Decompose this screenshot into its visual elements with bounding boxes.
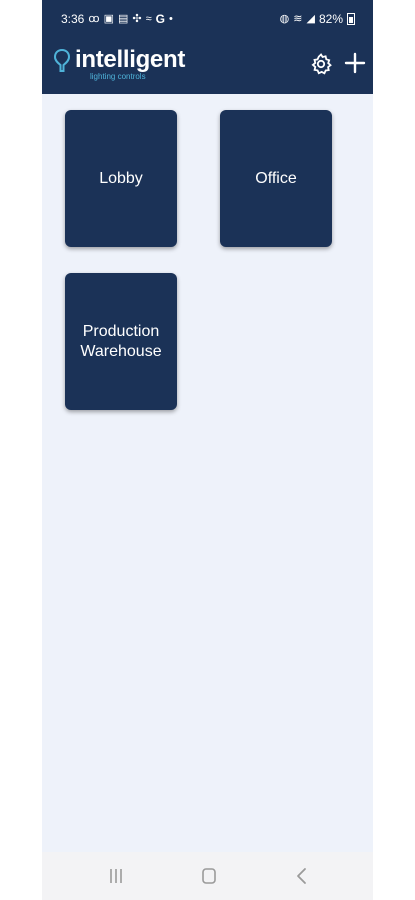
wifi-icon: ≋ — [293, 13, 303, 25]
location-pin-icon — [54, 49, 70, 72]
wind-icon: ≈ — [145, 13, 152, 25]
battery-icon — [347, 13, 355, 25]
room-label: Lobby — [99, 169, 143, 187]
status-left: 3:36 ꝏ ▣ ▤ ✣ ≈ G • — [61, 12, 173, 26]
gear-icon[interactable] — [309, 52, 333, 76]
home-icon[interactable] — [196, 864, 222, 888]
status-right: ◍ ≋ ◢ 82% — [280, 12, 355, 26]
battery-percent: 82% — [318, 12, 343, 26]
signal-icon: ◢ — [306, 13, 315, 25]
status-bar: 3:36 ꝏ ▣ ▤ ✣ ≈ G • ◍ ≋ ◢ 82% — [42, 0, 373, 38]
dot-icon: • — [169, 13, 173, 25]
room-label: Production Warehouse — [80, 322, 162, 360]
news-icon: ▤ — [117, 13, 129, 25]
brand-title: intelligent — [75, 46, 186, 73]
google-icon: G — [155, 12, 165, 26]
room-label: Office — [255, 169, 297, 187]
app-header: 3:36 ꝏ ▣ ▤ ✣ ≈ G • ◍ ≋ ◢ 82% intelligent — [42, 0, 373, 94]
back-icon[interactable] — [289, 864, 315, 888]
status-time: 3:36 — [61, 12, 85, 26]
recent-apps-icon[interactable] — [103, 864, 129, 888]
brand-subtitle: lighting controls — [90, 72, 146, 81]
system-nav-bar — [42, 852, 373, 900]
fan-icon: ✣ — [132, 13, 142, 25]
app-screen: 3:36 ꝏ ▣ ▤ ✣ ≈ G • ◍ ≋ ◢ 82% intelligent — [42, 0, 373, 900]
photo-icon: ▣ — [103, 13, 114, 25]
room-tile-lobby[interactable]: Lobby — [65, 110, 177, 247]
alarm-icon: ◍ — [279, 13, 290, 25]
add-room-button[interactable] — [342, 50, 368, 76]
room-tile-production-warehouse[interactable]: Production Warehouse — [65, 273, 177, 410]
voicemail-icon: ꝏ — [88, 13, 100, 25]
room-tile-office[interactable]: Office — [220, 110, 332, 247]
